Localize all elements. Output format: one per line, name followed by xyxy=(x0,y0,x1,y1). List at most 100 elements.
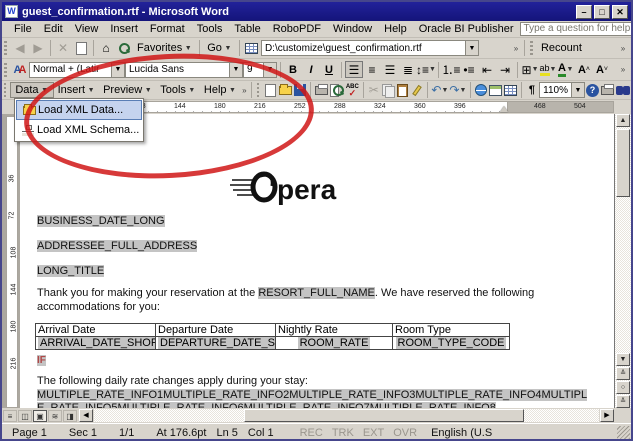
menu-file[interactable]: File xyxy=(8,22,38,36)
undo-icon[interactable]: ↶▼ xyxy=(431,82,449,99)
address-combobox[interactable]: D:\customize\guest_confirmation.rtf ▼ xyxy=(261,40,479,56)
toolbar-grip[interactable] xyxy=(4,83,6,97)
toggle-ovr[interactable]: OVR xyxy=(393,427,417,439)
maximize-button[interactable]: □ xyxy=(594,5,610,19)
reservation-table[interactable]: Arrival Date Departure Date Nightly Rate… xyxy=(35,323,510,350)
bullets-button[interactable]: •≡ xyxy=(460,61,478,78)
favorites-menu[interactable]: Favorites ▼ xyxy=(133,41,196,55)
scroll-down-icon[interactable]: ▼ xyxy=(616,353,630,366)
insert-table-icon[interactable] xyxy=(488,82,503,99)
paragraph-thank-you[interactable]: Thank you for making your reservation at… xyxy=(37,286,565,314)
rates-line-1[interactable]: MULTIPLE_RATE_INFO1MULTIPLE_RATE_INFO2MU… xyxy=(37,389,587,401)
print-icon[interactable] xyxy=(314,82,329,99)
bip-menu-tools[interactable]: Tools▼ xyxy=(156,83,200,97)
toolbar-grip[interactable] xyxy=(4,41,7,55)
numbering-button[interactable]: ⒈≡ xyxy=(442,61,460,78)
scroll-up-icon[interactable]: ▲ xyxy=(616,114,630,127)
format-painter-icon[interactable] xyxy=(410,82,424,99)
web-layout-view-button[interactable]: ◫ xyxy=(18,410,32,422)
font-size-combobox[interactable]: 9 ▼ xyxy=(243,62,277,78)
underline-button[interactable]: U xyxy=(320,61,338,78)
style-dropdown-icon[interactable]: ▼ xyxy=(111,63,124,77)
menu-robopdf[interactable]: RoboPDF xyxy=(267,22,327,36)
field-business-date[interactable]: BUSINESS_DATE_LONG xyxy=(37,215,165,227)
new-document-icon[interactable] xyxy=(263,82,277,99)
cut-icon[interactable]: ✂ xyxy=(367,82,381,99)
minimize-button[interactable]: – xyxy=(576,5,592,19)
field-addressee-address[interactable]: ADDRESSEE_FULL_ADDRESS xyxy=(37,240,197,252)
line-spacing-button[interactable]: ↕≡▼ xyxy=(417,61,435,78)
menu-window[interactable]: Window xyxy=(327,22,378,36)
menu-format[interactable]: Format xyxy=(144,22,191,36)
menu-item-load-xml-schema[interactable]: Load XML Schema... xyxy=(16,120,142,140)
vertical-scroll-thumb[interactable] xyxy=(616,129,630,197)
shrink-font-button[interactable]: A˅ xyxy=(593,61,611,78)
menu-view[interactable]: View xyxy=(69,22,105,36)
vertical-scrollbar[interactable]: ▲ ▼ ≙ ○ ≚ xyxy=(615,114,631,408)
font-combobox[interactable]: Lucida Sans ▼ xyxy=(125,62,243,78)
bip-toolbar-options-icon[interactable]: » xyxy=(241,86,249,95)
show-hide-pilcrow-button[interactable]: ¶ xyxy=(525,82,539,99)
grow-font-button[interactable]: A˄ xyxy=(575,61,593,78)
menu-insert[interactable]: Insert xyxy=(104,22,144,36)
menu-tools[interactable]: Tools xyxy=(191,22,229,36)
insert-hyperlink-icon[interactable] xyxy=(474,82,488,99)
style-combobox[interactable]: Normal + (Latir ▼ xyxy=(29,62,125,78)
font-color-button[interactable]: A▼ xyxy=(557,61,575,78)
help-question-input[interactable]: Type a question for help xyxy=(520,22,633,36)
normal-view-button[interactable]: ≡ xyxy=(3,410,17,422)
show-web-toolbar-icon[interactable] xyxy=(243,40,261,57)
back-icon[interactable]: ◀ xyxy=(11,40,29,57)
toolbar-grip[interactable] xyxy=(530,41,533,55)
reading-layout-view-button[interactable]: ◨ xyxy=(63,410,77,422)
align-center-button[interactable]: ≡ xyxy=(363,61,381,78)
bip-menu-data[interactable]: Data▼ xyxy=(10,82,53,98)
document-page[interactable]: pera BUSINESS_DATE_LONG ADDRESSEE_FULL_A… xyxy=(20,114,615,408)
print-preview-icon[interactable] xyxy=(329,82,345,99)
toolbar-grip[interactable] xyxy=(4,63,7,77)
horizontal-scrollbar[interactable]: ≡ ◫ ▣ ≋ ◨ ◀ ▶ xyxy=(2,408,631,423)
print-small-icon[interactable] xyxy=(600,82,615,99)
outline-view-button[interactable]: ≋ xyxy=(48,410,62,422)
recount-button[interactable]: Recount xyxy=(537,41,586,55)
highlight-button[interactable]: ab▼ xyxy=(539,61,557,78)
cell-departure-date[interactable]: DEPARTURE_DATE_SHORT xyxy=(156,337,276,350)
if-form-field[interactable]: IF xyxy=(37,354,46,366)
home-icon[interactable]: ⌂ xyxy=(97,40,115,57)
spelling-icon[interactable]: ABC✓ xyxy=(345,82,360,99)
justify-button[interactable]: ≣ xyxy=(399,61,417,78)
address-dropdown-icon[interactable]: ▼ xyxy=(465,41,478,55)
field-long-title[interactable]: LONG_TITLE xyxy=(37,265,104,277)
italic-button[interactable]: I xyxy=(302,61,320,78)
increase-indent-button[interactable]: ⇥ xyxy=(496,61,514,78)
search-web-icon[interactable] xyxy=(115,40,133,57)
decrease-indent-button[interactable]: ⇤ xyxy=(478,61,496,78)
cell-arrival-date[interactable]: ARRIVAL_DATE_SHORT xyxy=(36,337,156,350)
redo-icon[interactable]: ↷▼ xyxy=(449,82,467,99)
styles-and-formatting-icon[interactable]: AA xyxy=(11,61,29,78)
toggle-ext[interactable]: EXT xyxy=(363,427,384,439)
close-button[interactable]: ✕ xyxy=(612,5,628,19)
previous-page-icon[interactable]: ≙ xyxy=(616,367,630,380)
menu-item-load-xml-data[interactable]: Load XML Data... xyxy=(16,100,142,120)
resize-grip[interactable] xyxy=(617,426,630,439)
font-size-dropdown-icon[interactable]: ▼ xyxy=(263,63,276,77)
cell-room-rate[interactable]: ROOM_RATE xyxy=(276,337,393,350)
print-layout-view-button[interactable]: ▣ xyxy=(33,410,47,422)
open-icon[interactable] xyxy=(278,82,293,99)
right-indent-marker[interactable] xyxy=(500,106,508,112)
select-browse-object-icon[interactable]: ○ xyxy=(616,381,630,394)
font-dropdown-icon[interactable]: ▼ xyxy=(229,63,242,77)
vertical-ruler[interactable]: 36 72 108 144 180 216 xyxy=(6,116,18,408)
menu-edit[interactable]: Edit xyxy=(38,22,69,36)
cell-room-type-code[interactable]: ROOM_TYPE_CODE xyxy=(393,337,510,350)
toggle-rec[interactable]: REC xyxy=(300,427,323,439)
bip-menu-preview[interactable]: Preview▼ xyxy=(99,83,156,97)
field-resort-full-name[interactable]: RESORT_FULL_NAME xyxy=(258,287,375,299)
scroll-left-icon[interactable]: ◀ xyxy=(79,409,93,422)
bold-button[interactable]: B xyxy=(284,61,302,78)
toggle-trk[interactable]: TRK xyxy=(332,427,354,439)
zoom-dropdown-icon[interactable]: ▼ xyxy=(571,83,584,97)
wordcount-toolbar-options-icon[interactable]: » xyxy=(618,44,628,53)
table-grid-icon[interactable] xyxy=(503,82,518,99)
